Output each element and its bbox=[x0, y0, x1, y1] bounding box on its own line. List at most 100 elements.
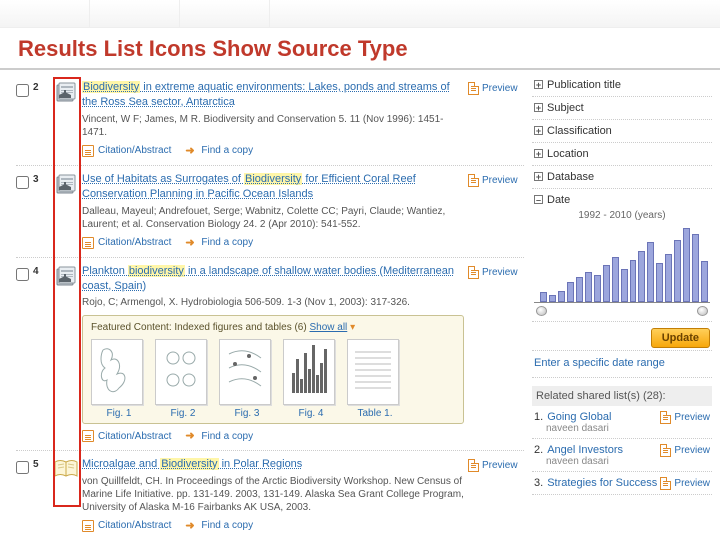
window-chrome bbox=[0, 0, 720, 28]
result-meta: Vincent, W F; James, M R. Biodiversity a… bbox=[82, 113, 464, 139]
result-meta: Dalleau, Mayeul; Andrefouet, Serge; Wabn… bbox=[82, 205, 464, 231]
find-icon: ➜ bbox=[185, 430, 197, 442]
histogram-bar bbox=[603, 265, 610, 302]
result-row: 5 Microalgae and Biodiversity in Polar R… bbox=[16, 451, 524, 539]
thumb-caption[interactable]: Table 1. bbox=[347, 408, 403, 419]
find-copy-link[interactable]: ➜Find a copy bbox=[185, 145, 253, 157]
histogram-bar bbox=[692, 234, 699, 302]
histogram-bar bbox=[665, 254, 672, 302]
preview-link[interactable]: Preview bbox=[660, 411, 710, 424]
journal-icon bbox=[54, 266, 78, 288]
histogram-bar bbox=[612, 257, 619, 302]
update-button[interactable]: Update bbox=[651, 328, 710, 348]
histogram-bar bbox=[540, 292, 547, 302]
table-thumb[interactable] bbox=[347, 339, 399, 405]
find-copy-link[interactable]: ➜Find a copy bbox=[185, 430, 253, 442]
preview-icon bbox=[468, 459, 479, 472]
histogram-bar bbox=[621, 269, 628, 302]
preview-icon bbox=[660, 411, 671, 424]
journal-icon bbox=[54, 174, 78, 196]
histogram-bar bbox=[630, 260, 637, 303]
result-number: 4 bbox=[33, 266, 39, 277]
figure-thumb[interactable] bbox=[219, 339, 271, 405]
result-title-link[interactable]: Plankton biodiversity in a landscape of … bbox=[82, 265, 454, 292]
expand-icon: + bbox=[534, 80, 543, 89]
related-list-item: 1.Going Globalnaveen dasari Preview bbox=[532, 406, 712, 439]
related-title-link[interactable]: Angel Investors bbox=[547, 444, 623, 456]
histogram-bar bbox=[656, 263, 663, 302]
slider-min-handle[interactable] bbox=[536, 306, 547, 316]
thumb-caption[interactable]: Fig. 2 bbox=[155, 408, 211, 419]
preview-icon bbox=[660, 477, 671, 490]
facet-date[interactable]: –Date 1992 - 2010 (years) bbox=[532, 189, 712, 322]
thumb-caption[interactable]: Fig. 4 bbox=[283, 408, 339, 419]
related-title-link[interactable]: Strategies for Success bbox=[547, 477, 657, 489]
figure-thumb[interactable] bbox=[155, 339, 207, 405]
result-title-link[interactable]: Use of Habitats as Surrogates of Biodive… bbox=[82, 173, 416, 200]
preview-icon bbox=[660, 444, 671, 457]
find-copy-link[interactable]: ➜Find a copy bbox=[185, 520, 253, 532]
citation-abstract-link[interactable]: Citation/Abstract bbox=[82, 145, 171, 157]
related-list-item: 2.Angel Investorsnaveen dasari Preview bbox=[532, 439, 712, 472]
facet-subject[interactable]: +Subject bbox=[532, 97, 712, 120]
histogram-bar bbox=[558, 291, 565, 302]
histogram-bar bbox=[674, 240, 681, 302]
preview-link[interactable]: Preview bbox=[660, 444, 710, 457]
preview-link[interactable]: Preview bbox=[468, 82, 524, 95]
citation-abstract-link[interactable]: Citation/Abstract bbox=[82, 237, 171, 249]
histogram-bar bbox=[576, 277, 583, 302]
expand-icon: + bbox=[534, 103, 543, 112]
histogram-bar bbox=[549, 295, 556, 303]
citation-abstract-link[interactable]: Citation/Abstract bbox=[82, 520, 171, 532]
date-histogram bbox=[534, 221, 710, 303]
find-icon: ➜ bbox=[185, 145, 197, 157]
citation-icon bbox=[82, 520, 94, 532]
related-author: naveen dasari bbox=[546, 456, 623, 467]
preview-icon bbox=[468, 174, 479, 187]
facet-location[interactable]: +Location bbox=[532, 143, 712, 166]
slider-max-handle[interactable] bbox=[697, 306, 708, 316]
expand-icon: + bbox=[534, 126, 543, 135]
result-meta: von Quillfeldt, CH. In Proceedings of th… bbox=[82, 475, 464, 514]
result-title-link[interactable]: Biodiversity in extreme aquatic environm… bbox=[82, 81, 450, 108]
journal-icon bbox=[54, 82, 78, 104]
histogram-bar bbox=[585, 272, 592, 302]
figure-thumb[interactable] bbox=[283, 339, 335, 405]
show-all-link[interactable]: Show all bbox=[309, 322, 347, 333]
select-checkbox[interactable] bbox=[16, 461, 29, 474]
figure-thumb[interactable] bbox=[91, 339, 143, 405]
thumb-caption[interactable]: Fig. 1 bbox=[91, 408, 147, 419]
result-row: 3 Use of Habitats as Surrogates of Biodi… bbox=[16, 166, 524, 258]
facet-publication-title[interactable]: +Publication title bbox=[532, 74, 712, 97]
result-row: 4 Plankton biodiversity in a landscape o… bbox=[16, 258, 524, 452]
result-title-link[interactable]: Microalgae and Biodiversity in Polar Reg… bbox=[82, 458, 302, 470]
result-number: 5 bbox=[33, 459, 39, 470]
facet-classification[interactable]: +Classification bbox=[532, 120, 712, 143]
results-list: 2 Biodiversity in extreme aquatic enviro… bbox=[16, 74, 524, 540]
facet-database[interactable]: +Database bbox=[532, 166, 712, 189]
preview-link[interactable]: Preview bbox=[660, 477, 710, 490]
expand-icon: + bbox=[534, 172, 543, 181]
select-checkbox[interactable] bbox=[16, 176, 29, 189]
citation-abstract-link[interactable]: Citation/Abstract bbox=[82, 430, 171, 442]
related-lists-header: Related shared list(s) (28): bbox=[532, 386, 712, 406]
preview-link[interactable]: Preview bbox=[468, 459, 524, 472]
preview-link[interactable]: Preview bbox=[468, 174, 524, 187]
select-checkbox[interactable] bbox=[16, 84, 29, 97]
related-title-link[interactable]: Going Global bbox=[547, 411, 611, 423]
book-icon bbox=[53, 459, 79, 479]
thumb-caption[interactable]: Fig. 3 bbox=[219, 408, 275, 419]
select-checkbox[interactable] bbox=[16, 268, 29, 281]
featured-content-panel: Featured Content: Indexed figures and ta… bbox=[82, 315, 464, 424]
facets-sidebar: +Publication title +Subject +Classificat… bbox=[532, 74, 712, 540]
histogram-bar bbox=[683, 228, 690, 302]
find-copy-link[interactable]: ➜Find a copy bbox=[185, 237, 253, 249]
citation-icon bbox=[82, 145, 94, 157]
preview-link[interactable]: Preview bbox=[468, 266, 524, 279]
enter-specific-date-link[interactable]: Enter a specific date range bbox=[532, 351, 712, 378]
citation-icon bbox=[82, 430, 94, 442]
find-icon: ➜ bbox=[185, 237, 197, 249]
result-row: 2 Biodiversity in extreme aquatic enviro… bbox=[16, 74, 524, 166]
preview-icon bbox=[468, 82, 479, 95]
preview-icon bbox=[468, 266, 479, 279]
